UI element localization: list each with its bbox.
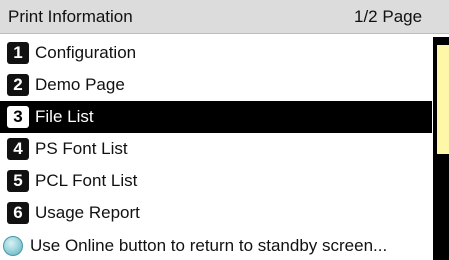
- page-indicator: 1/2 Page: [354, 7, 423, 26]
- footer-hint-text: Use Online button to return to standby s…: [30, 235, 388, 255]
- number-badge-4: 4: [7, 138, 29, 160]
- printer-panel-screen: Print Information 1/2 Page 1 Configurati…: [0, 0, 449, 260]
- footer-hint: Use Online button to return to standby s…: [0, 231, 432, 260]
- scrollbar[interactable]: [433, 37, 449, 260]
- menu-item-label: PS Font List: [35, 139, 128, 158]
- number-badge-1: 1: [7, 42, 29, 64]
- header-bar: Print Information 1/2 Page: [0, 0, 449, 34]
- menu-item-label: Usage Report: [35, 203, 140, 222]
- menu-item-usage-report[interactable]: 6 Usage Report: [0, 197, 432, 229]
- menu-list: 1 Configuration 2 Demo Page 3 File List …: [0, 37, 432, 229]
- menu-item-label: Configuration: [35, 43, 137, 62]
- menu-item-ps-font-list[interactable]: 4 PS Font List: [0, 133, 432, 165]
- screen-title: Print Information: [8, 7, 133, 26]
- menu-item-file-list[interactable]: 3 File List: [0, 101, 432, 133]
- menu-item-demo-page[interactable]: 2 Demo Page: [0, 69, 432, 101]
- number-badge-2: 2: [7, 74, 29, 96]
- menu-item-label: Demo Page: [35, 75, 125, 94]
- menu-item-label: PCL Font List: [35, 171, 138, 190]
- menu-item-configuration[interactable]: 1 Configuration: [0, 37, 432, 69]
- scrollbar-thumb[interactable]: [437, 45, 449, 154]
- number-badge-5: 5: [7, 170, 29, 192]
- online-button-icon: [3, 235, 23, 256]
- menu-item-label: File List: [35, 107, 94, 126]
- number-badge-6: 6: [7, 202, 29, 224]
- menu-item-pcl-font-list[interactable]: 5 PCL Font List: [0, 165, 432, 197]
- number-badge-3: 3: [7, 106, 29, 128]
